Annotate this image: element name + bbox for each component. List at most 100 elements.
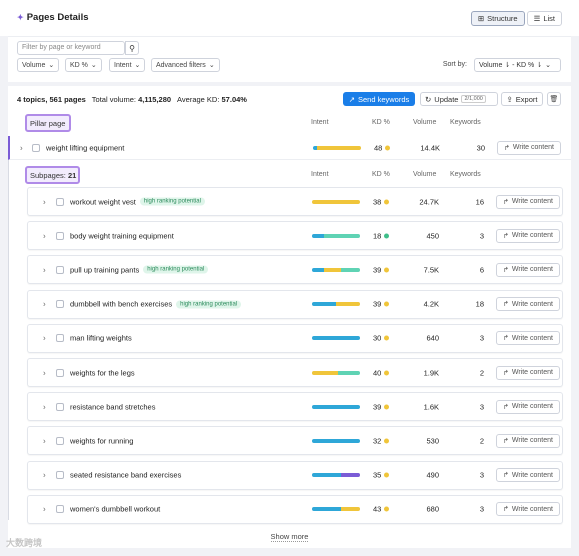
chevron-right-icon[interactable]: › xyxy=(43,197,46,206)
search-icon[interactable]: ⚲ xyxy=(125,41,139,55)
pillar-keyword[interactable]: weight lifting equipment xyxy=(46,143,124,152)
intent-filter[interactable]: Intent ⌄ xyxy=(109,58,146,72)
update-count: 2/1,000 xyxy=(461,95,486,103)
row-checkbox[interactable] xyxy=(56,265,64,274)
keywords-value: 3 xyxy=(479,333,484,343)
row-checkbox[interactable] xyxy=(56,505,64,514)
structure-view-button[interactable]: ⊞ Structure xyxy=(470,11,525,26)
subpage-row[interactable]: › resistance band stretches 39 1.6K 3 ↱ Write … xyxy=(27,392,563,422)
subpage-row[interactable]: › dumbbell with bench exercises high ranki… xyxy=(27,289,563,319)
subpage-keyword[interactable]: man lifting weights xyxy=(70,334,132,343)
subpage-keyword[interactable]: seated resistance band exercises xyxy=(70,471,181,480)
write-content-button[interactable]: ↱ Write content xyxy=(496,468,560,483)
row-checkbox[interactable] xyxy=(56,471,64,480)
row-checkbox[interactable] xyxy=(56,436,64,445)
subpage-row[interactable]: › man lifting weights 30 640 3 ↱ Write content xyxy=(27,323,563,353)
subpage-row[interactable]: › weights for the legs 40 1.9K 2 ↱ Write conte… xyxy=(27,358,563,387)
subpage-keyword[interactable]: weights for running xyxy=(70,436,133,445)
kd-value: 39 xyxy=(373,402,390,411)
chevron-down-icon: ⌄ xyxy=(48,62,55,69)
chevron-right-icon[interactable]: › xyxy=(43,471,46,480)
kd-dot-icon xyxy=(384,267,390,273)
chevron-right-icon[interactable]: › xyxy=(43,265,46,274)
subpage-row[interactable]: › workout weight vest high ranking potenti… xyxy=(27,187,563,216)
subpage-keyword[interactable]: workout weight vest high ranking potentia… xyxy=(70,197,205,206)
chevron-right-icon[interactable]: › xyxy=(43,505,46,514)
subpage-keyword[interactable]: body weight training equipment xyxy=(70,231,174,240)
kd-filter[interactable]: KD % ⌄ xyxy=(65,58,102,72)
volume-value: 640 xyxy=(426,333,439,343)
row-checkbox[interactable] xyxy=(56,334,64,343)
subpage-keyword[interactable]: dumbbell with bench exercises high rankin… xyxy=(70,300,242,309)
chevron-right-icon[interactable]: › xyxy=(43,334,46,343)
list-view-button[interactable]: ☰ List xyxy=(526,11,562,26)
subpage-row[interactable]: › weights for running 32 530 2 ↱ Write content xyxy=(27,426,563,456)
page-title: ✦ Pages Details xyxy=(17,12,89,23)
show-more-link[interactable]: Show more xyxy=(8,532,571,542)
intent-segment xyxy=(324,233,360,238)
trash-icon[interactable]: 🗑 xyxy=(547,92,561,106)
chevron-right-icon[interactable]: › xyxy=(43,368,46,377)
subpage-keyword[interactable]: resistance band stretches xyxy=(70,402,155,411)
kd-dot-icon xyxy=(384,199,390,204)
write-content-button[interactable]: ↱ Write content xyxy=(496,194,560,209)
chevron-right-icon[interactable]: › xyxy=(20,143,23,152)
kd-dot-icon xyxy=(384,233,390,239)
intent-segment xyxy=(312,336,360,341)
volume-value: 7.5K xyxy=(423,265,439,275)
kd-value: 39 xyxy=(373,300,390,309)
intent-bar xyxy=(313,145,361,150)
subpage-row[interactable]: › pull up training pants high ranking pote… xyxy=(27,255,563,285)
subpage-keyword[interactable]: weights for the legs xyxy=(70,368,135,377)
chevron-right-icon[interactable]: › xyxy=(43,300,46,309)
subpage-row[interactable]: › body weight training equipment 18 450 3 ↱ Wr… xyxy=(27,221,563,251)
col-volume: Volume xyxy=(413,171,437,178)
ranking-badge: high ranking potential xyxy=(143,265,209,274)
row-checkbox[interactable] xyxy=(56,197,64,206)
write-content-button[interactable]: ↱ Write content xyxy=(496,399,560,414)
kd-value: 38 xyxy=(373,197,390,206)
kd-value: 32 xyxy=(373,436,390,445)
intent-segment xyxy=(340,507,360,512)
average-kd: 57.04% xyxy=(221,95,247,104)
write-content-button[interactable]: ↱ Write content xyxy=(496,365,560,380)
subpage-row[interactable]: › seated resistance band exercises 35 490 3 ↱… xyxy=(27,460,563,490)
volume-filter[interactable]: Volume ⌄ xyxy=(17,58,60,72)
advanced-filters[interactable]: Advanced filters ⌄ xyxy=(151,58,220,72)
subpage-row[interactable]: › women's dumbbell workout 43 680 3 ↱ Write co… xyxy=(27,494,563,524)
subpage-keyword[interactable]: women's dumbbell workout xyxy=(70,505,160,514)
write-icon: ↱ xyxy=(503,437,509,445)
row-checkbox[interactable] xyxy=(56,368,64,377)
chevron-right-icon[interactable]: › xyxy=(43,436,46,445)
send-keywords-button[interactable]: ↗ Send keywords xyxy=(343,92,415,106)
keywords-value: 3 xyxy=(479,231,484,241)
pillar-row[interactable]: › weight lifting equipment 48 14.4K 30 ↱… xyxy=(8,136,571,160)
sort-dropdown[interactable]: Volume ⇂ - KD % ⇂ ⌄ xyxy=(474,58,561,72)
search-input[interactable]: Filter by page or keyword xyxy=(17,41,125,55)
kd-dot-icon xyxy=(384,438,390,444)
row-checkbox[interactable] xyxy=(56,300,64,309)
row-checkbox[interactable] xyxy=(56,231,64,240)
write-content-button[interactable]: ↱ Write content xyxy=(496,331,560,346)
row-checkbox[interactable] xyxy=(56,402,64,411)
chevron-right-icon[interactable]: › xyxy=(43,231,46,240)
kd-dot-icon xyxy=(385,145,391,150)
summary-stats: 4 topics, 561 pages Total volume: 4,115,… xyxy=(17,95,247,104)
write-content-button[interactable]: ↱ Write content xyxy=(496,433,560,448)
write-content-button[interactable]: ↱ Write content xyxy=(496,297,560,312)
intent-segment xyxy=(340,267,360,272)
intent-segment xyxy=(312,404,360,409)
chevron-right-icon[interactable]: › xyxy=(43,402,46,411)
update-button[interactable]: ↻ Update 2/1,000 xyxy=(420,92,498,106)
subpage-keyword[interactable]: pull up training pants high ranking poten… xyxy=(70,265,209,274)
view-toggle: ⊞ Structure ☰ List xyxy=(470,11,562,26)
write-content-button[interactable]: ↱ Write content xyxy=(496,228,560,243)
row-checkbox[interactable] xyxy=(32,143,40,152)
write-content-button[interactable]: ↱ Write content xyxy=(496,262,560,277)
write-icon: ↱ xyxy=(503,506,509,514)
write-content-button[interactable]: ↱ Write content xyxy=(497,140,561,155)
export-button[interactable]: ⇪ Export xyxy=(501,92,543,106)
write-content-button[interactable]: ↱ Write content xyxy=(496,502,560,517)
col-intent: Intent xyxy=(311,171,329,178)
watermark: 大数跨境 xyxy=(6,538,43,548)
